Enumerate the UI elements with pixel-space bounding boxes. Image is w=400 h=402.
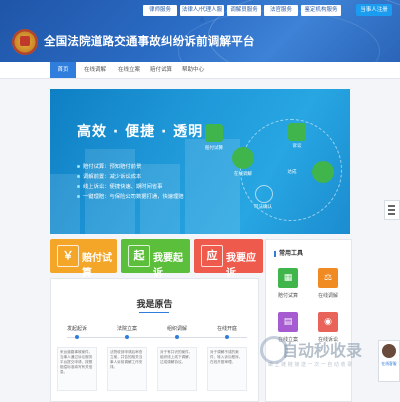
step-description: 来台道路事故案件，当事人通过诉讼服务平台提交申请，按照赔偿标准填写有关信息。: [57, 347, 97, 391]
hub-label: 赔付试算: [205, 146, 223, 151]
nav-online-filing[interactable]: 在线立案: [112, 62, 146, 78]
respond-lawsuit-button[interactable]: 应 我要应诉: [194, 239, 263, 279]
step-description: 法院收到申请后审查立案，并告知相关当事人诉前调解工作安排。: [107, 347, 147, 391]
lawsuit-icon: [288, 123, 306, 141]
hub-label: 在线调解: [234, 172, 252, 177]
common-tools-card: 常用工具 ▦ 赔付试算 ⚖ 在线调解 ▤ 在线立案 ◉ 在线诉讼: [265, 239, 352, 402]
court-icon[interactable]: ◉: [318, 312, 338, 332]
confirm-icon: [255, 185, 273, 203]
step-connector: [67, 337, 247, 338]
title-underline: [139, 312, 169, 313]
share-bar: [388, 209, 395, 211]
hero-banner: 高效 · 便捷 · 透明 赔付试算：预知赔付前景 调解前置：减少诉讼成本 线上诉…: [50, 89, 350, 234]
online-service-widget[interactable]: 在线客服: [378, 340, 400, 382]
nav-help-center[interactable]: 帮助中心: [176, 62, 210, 78]
hub-label: 司法确认: [254, 205, 272, 210]
banner-feature: 调解前置：减少诉讼成本: [77, 172, 141, 180]
document-icon[interactable]: ▤: [278, 312, 298, 332]
hub-label: 达成: [287, 170, 297, 175]
handshake-icon: [312, 161, 334, 183]
site-title: 全国法院道路交通事故纠纷诉前调解平台: [44, 34, 255, 48]
step-dot: [125, 335, 129, 339]
button-label: 赔付试算: [82, 253, 112, 279]
process-title: 我是原告: [136, 300, 173, 310]
gavel-icon[interactable]: ⚖: [318, 268, 338, 288]
tool-label[interactable]: 赔付试算: [268, 292, 308, 299]
calculator-icon[interactable]: ▦: [278, 268, 298, 288]
nav-online-mediation[interactable]: 在线调解: [78, 62, 112, 78]
yuan-icon: ￥: [57, 245, 79, 267]
site-header: 全国法院道路交通事故纠纷诉前调解平台 律师服务 法律人/代理人服务 调解员服务 …: [0, 0, 400, 62]
calculator-icon: [205, 124, 223, 142]
court-emblem-icon: [12, 29, 38, 55]
nav-home[interactable]: 首页: [50, 62, 76, 78]
register-button[interactable]: 当事人注册: [356, 4, 392, 16]
top-link-mediator[interactable]: 调解员服务: [227, 5, 261, 16]
top-link-agent[interactable]: 法律人/代理人服务: [180, 5, 224, 24]
step-label: 在线开庭: [216, 326, 237, 332]
service-label: 在线客服: [381, 361, 397, 366]
banner-slogan: 高效 · 便捷 · 透明: [77, 124, 204, 140]
top-link-judge[interactable]: 法官服务: [264, 5, 298, 16]
gavel-icon: [232, 147, 254, 169]
step-description: 对于有共识的案件，组织线上线下调解，达成调解协议。: [157, 347, 197, 391]
hub-label: 诉讼: [292, 144, 302, 149]
step-dot: [225, 335, 229, 339]
compensation-calc-button[interactable]: ￥ 赔付试算: [50, 239, 117, 279]
tool-label[interactable]: 在线调解: [308, 292, 348, 299]
watermark-subtext: 做 上 链 链 接 送 一 次 一 自 动 收 录: [268, 362, 353, 368]
share-bar: [388, 205, 395, 207]
plaintiff-process-card: 我是原告 发起起诉 法院立案 组织调解 在线开庭 来台道路事故案件，当事人通过诉…: [50, 278, 259, 402]
top-link-lawyer[interactable]: 律师服务: [143, 5, 177, 16]
sue-icon: 起: [128, 245, 150, 267]
button-label: 我要应诉: [226, 253, 256, 279]
step-label: 法院立案: [116, 326, 137, 332]
main-nav: 首页 在线调解 在线立案 赔付试算 帮助中心: [0, 62, 400, 79]
step-dot: [75, 335, 79, 339]
service-avatar: [382, 344, 396, 358]
step-label: 发起起诉: [66, 326, 87, 332]
step-label: 组织调解: [166, 326, 187, 332]
step-dot: [175, 335, 179, 339]
respond-icon: 应: [201, 245, 223, 267]
banner-feature: 赔付试算：预知赔付前景: [77, 162, 141, 170]
nav-compensation-calc[interactable]: 赔付试算: [144, 62, 178, 78]
step-description: 对于调解不成的案件，转入诉讼程序，在线开庭审理。: [207, 347, 247, 391]
building-silhouette: [50, 174, 80, 234]
banner-feature: 线上诉讼：便捷快速、期时间省事: [77, 182, 162, 190]
tools-title: 常用工具: [274, 248, 303, 257]
top-link-appraisal[interactable]: 鉴定机构服务: [301, 5, 341, 16]
share-icon[interactable]: [384, 200, 400, 220]
button-label: 我要起诉: [153, 253, 183, 279]
file-lawsuit-button[interactable]: 起 我要起诉: [121, 239, 190, 279]
banner-feature: 一键理赔：与保险公司数据打通，快速理赔: [77, 192, 184, 200]
share-bar: [388, 213, 395, 215]
watermark-text: 自动秒收录: [282, 341, 363, 360]
